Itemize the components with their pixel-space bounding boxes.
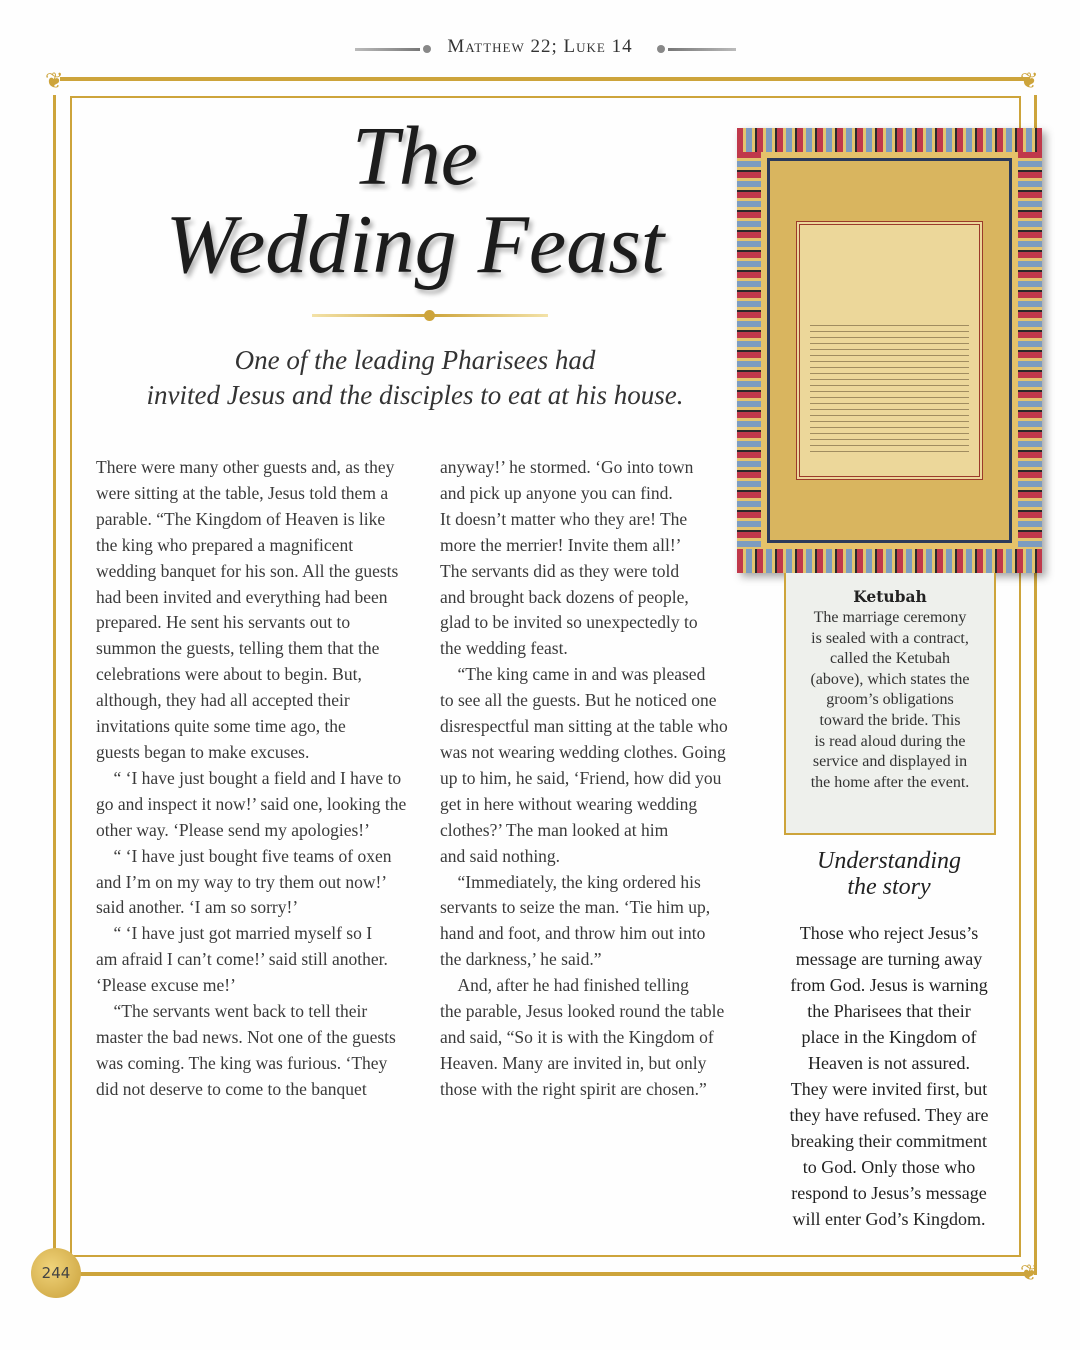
corner-ornament-icon: ❦ <box>1020 1260 1039 1285</box>
intro-text: One of the leading Pharisees had invited… <box>100 343 730 413</box>
frame-bottom-outer <box>60 1272 1030 1276</box>
text-line: to God. Only those who <box>802 1157 976 1177</box>
caption-title: Ketubah <box>853 587 927 606</box>
text-line: master the bad news. Not one of the gues… <box>96 1026 396 1047</box>
text-line: up to him, he said, ‘Friend, how did you <box>440 767 722 788</box>
text-line: am afraid I can’t come!’ said still anot… <box>96 949 388 970</box>
title-divider-dot <box>424 310 435 321</box>
text-line: and pick up anyone you can find. <box>440 482 673 503</box>
text-line: to see all the guests. But he noticed on… <box>440 690 717 711</box>
corner-ornament-icon: ❦ <box>1020 68 1039 93</box>
text-line: was coming. The king was furious. ‘They <box>96 1052 388 1073</box>
text-line: service and displayed in <box>812 753 968 771</box>
text-line: ‘Please excuse me!’ <box>96 975 236 996</box>
text-line: wedding banquet for his son. All the gue… <box>96 560 399 581</box>
text-line: The servants did as they were told <box>440 560 680 581</box>
frame-top-outer <box>60 77 1030 81</box>
text-line: respond to Jesus’s message <box>791 1183 987 1203</box>
text-line: Heaven. Many are invited in, but only <box>440 1052 707 1073</box>
page-number: 244 <box>31 1248 81 1298</box>
text-line: those with the right spirit are chosen.” <box>440 1078 707 1099</box>
text-line: the home after the event. <box>810 773 970 791</box>
text-line: “The king came in and was pleased <box>440 664 706 685</box>
story-column-2: anyway!’ he stormed. ‘Go into town and pi… <box>440 455 728 1103</box>
text-line: place in the Kingdom of <box>801 1027 977 1047</box>
text-line: the Pharisees that their <box>807 1001 971 1021</box>
ketubah-image <box>737 128 1042 573</box>
text-line: parable. “The Kingdom of Heaven is like <box>96 508 386 529</box>
text-line: celebrations were about to begin. But, <box>96 664 362 685</box>
intro-line: One of the leading Pharisees had <box>234 345 596 375</box>
text-line: summon the guests, telling them that the <box>96 638 380 659</box>
understanding-heading: Understanding the story <box>784 848 994 900</box>
text-line: “The servants went back to tell their <box>96 1001 368 1022</box>
text-line: groom’s obligations <box>826 691 954 709</box>
text-line: disrespectful man sitting at the table w… <box>440 716 728 737</box>
text-line: and I’m on my way to try them out now!’ <box>96 871 388 892</box>
text-line: guests began to make excuses. <box>96 741 310 762</box>
text-line: invitations quite some time ago, the <box>96 716 346 737</box>
text-line: Heaven is not assured. <box>808 1053 970 1073</box>
text-line: clothes?’ The man looked at him <box>440 819 669 840</box>
text-line: and said, “So it is with the Kingdom of <box>440 1026 714 1047</box>
text-line: hand and foot, and throw him out into <box>440 923 706 944</box>
text-line: message are turning away <box>795 949 983 969</box>
text-line: (above), which states the <box>810 670 970 688</box>
text-line: glad to be invited so unexpectedly to <box>440 612 698 633</box>
text-line: was not wearing wedding clothes. Going <box>440 741 726 762</box>
text-line: and said nothing. <box>440 845 561 866</box>
text-line: said another. ‘I am so sorry!’ <box>96 897 299 918</box>
text-line: had been invited and everything had been <box>96 586 388 607</box>
caption-body: The marriage ceremony is sealed with a co… <box>786 608 994 793</box>
text-line: were sitting at the table, Jesus told th… <box>96 482 389 503</box>
corner-ornament-icon: ❦ <box>45 68 64 93</box>
text-line: did not deserve to come to the banquet <box>96 1078 367 1099</box>
text-line: although, they had all accepted their <box>96 690 350 711</box>
text-line: they have refused. They are <box>789 1105 989 1125</box>
text-line: is sealed with a contract, <box>811 629 969 647</box>
text-line: anyway!’ he stormed. ‘Go into town <box>440 457 694 477</box>
text-line: toward the bride. This <box>819 711 961 729</box>
text-line: go and inspect it now!’ said one, lookin… <box>96 793 407 814</box>
text-line: They were invited first, but <box>790 1079 988 1099</box>
text-line: “ ‘I have just got married myself so I <box>96 923 373 944</box>
text-line: and brought back dozens of people, <box>440 586 689 607</box>
text-line: “ ‘I have just bought five teams of oxen <box>96 845 392 866</box>
page-title-line1: The <box>352 110 478 203</box>
ketubah-caption-box: Ketubah The marriage ceremony is sealed w… <box>784 573 996 835</box>
running-head: Matthew 22; Luke 14 <box>447 36 633 57</box>
text-line: “ ‘I have just bought a field and I have… <box>96 767 402 788</box>
text-line: breaking their commitment <box>791 1131 987 1151</box>
text-line: It doesn’t matter who they are! The <box>440 508 688 529</box>
text-line: will enter God’s Kingdom. <box>792 1209 986 1229</box>
text-line: is read aloud during the <box>814 732 966 750</box>
text-line: Those who reject Jesus’s <box>799 923 979 943</box>
text-line: the darkness,’ he said.” <box>440 949 602 970</box>
understanding-body: Those who reject Jesus’s message are turn… <box>774 920 1004 1232</box>
frame-bottom-inner <box>70 1255 1021 1257</box>
text-line: get in here without wearing wedding <box>440 793 698 814</box>
understanding-title-line: the story <box>847 874 931 900</box>
text-line: the parable, Jesus looked round the tabl… <box>440 1001 725 1022</box>
text-line: prepared. He sent his servants out to <box>96 612 351 633</box>
text-line: the wedding feast. <box>440 638 568 659</box>
page-title-line2: Wedding Feast <box>165 198 665 291</box>
text-line: And, after he had finished telling <box>440 975 689 996</box>
text-line: There were many other guests and, as the… <box>96 457 395 477</box>
frame-top-inner <box>70 96 1021 98</box>
text-line: other way. ‘Please send my apologies!’ <box>96 819 370 840</box>
intro-line: invited Jesus and the disciples to eat a… <box>146 380 684 410</box>
story-column-1: There were many other guests and, as the… <box>96 455 406 1103</box>
text-line: more the merrier! Invite them all!’ <box>440 534 682 555</box>
understanding-title-line: Understanding <box>817 848 961 874</box>
text-line: called the Ketubah <box>830 650 950 668</box>
text-line: The marriage ceremony <box>813 609 967 626</box>
text-line: “Immediately, the king ordered his <box>440 871 701 892</box>
text-line: from God. Jesus is warning <box>790 975 988 995</box>
text-line: servants to seize the man. ‘Tie him up, <box>440 897 711 918</box>
text-line: the king who prepared a magnificent <box>96 534 354 555</box>
